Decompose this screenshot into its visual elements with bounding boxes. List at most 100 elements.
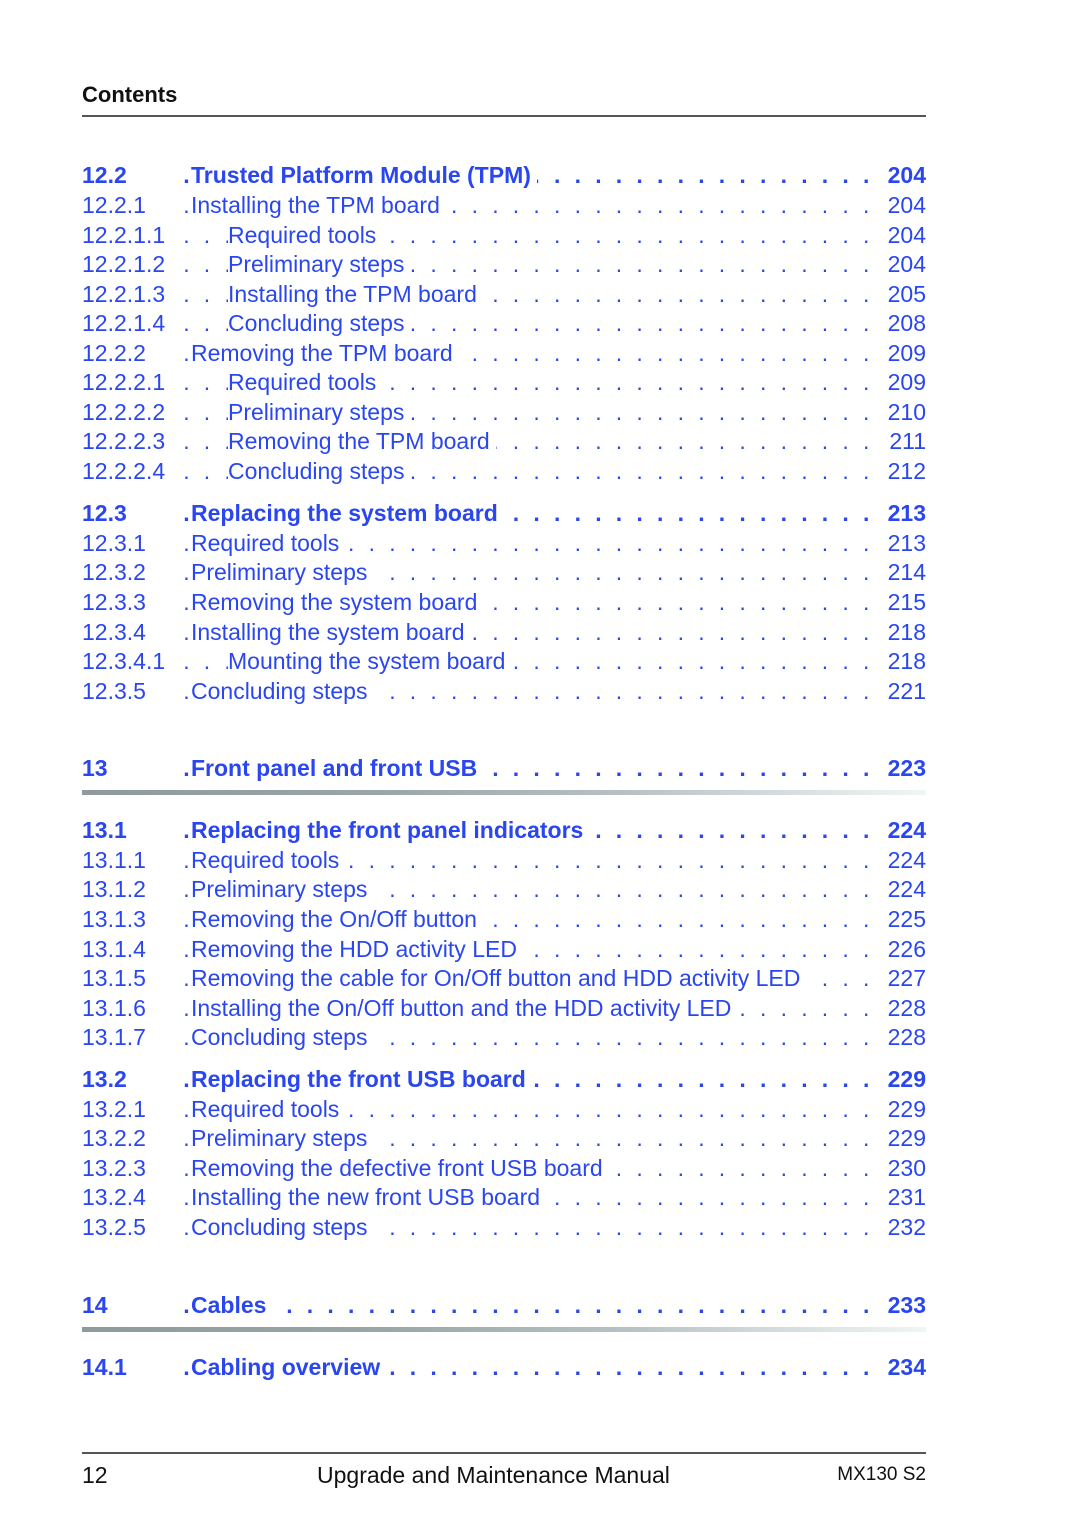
toc-entry-page[interactable]: 208	[881, 308, 926, 338]
toc-entry[interactable]: ..................................12.2.1…	[82, 249, 926, 279]
toc-entry-page[interactable]: 213	[881, 528, 926, 558]
toc-entry[interactable]: ..................................13Fron…	[82, 753, 926, 783]
toc-entry-title[interactable]: Replacing the front panel indicators	[191, 815, 590, 845]
toc-entry-page[interactable]: 226	[881, 934, 926, 964]
toc-entry-title[interactable]: Mounting the system board	[228, 646, 512, 676]
toc-entry-page[interactable]: 225	[881, 904, 926, 934]
toc-entry[interactable]: ..................................13.1.2…	[82, 874, 926, 904]
toc-entry-page[interactable]: 209	[881, 338, 926, 368]
toc-entry[interactable]: ..................................13.2.1…	[82, 1094, 926, 1124]
toc-entry-title[interactable]: Required tools	[228, 220, 383, 250]
toc-entry[interactable]: ..................................12.3.4…	[82, 617, 926, 647]
toc-entry[interactable]: ..................................12.2Tr…	[82, 160, 926, 190]
toc-entry[interactable]: ..................................12.3Re…	[82, 498, 926, 528]
toc-entry-page[interactable]: 223	[881, 753, 926, 783]
toc-entry-title[interactable]: Required tools	[191, 528, 346, 558]
toc-entry-title[interactable]: Removing the system board	[191, 587, 484, 617]
toc-entry-page[interactable]: 234	[881, 1352, 926, 1382]
toc-entry[interactable]: ..................................13.1.6…	[82, 993, 926, 1023]
toc-entry[interactable]: ..................................12.3.3…	[82, 587, 926, 617]
toc-entry[interactable]: ..................................12.3.4…	[82, 646, 926, 676]
toc-entry-title[interactable]: Removing the On/Off button	[191, 904, 483, 934]
toc-entry[interactable]: ..................................12.3.1…	[82, 528, 926, 558]
toc-entry-page[interactable]: 210	[881, 397, 926, 427]
toc-entry-page[interactable]: 224	[881, 845, 926, 875]
toc-entry-title[interactable]: Concluding steps	[228, 308, 411, 338]
toc-entry-title[interactable]: Required tools	[228, 367, 383, 397]
toc-entry-title[interactable]: Replacing the system board	[191, 498, 504, 528]
toc-entry-title[interactable]: Installing the system board	[191, 617, 471, 647]
toc-entry-page[interactable]: 229	[881, 1094, 926, 1124]
toc-entry-title[interactable]: Removing the HDD activity LED	[191, 934, 523, 964]
toc-entry-title[interactable]: Preliminary steps	[228, 397, 411, 427]
toc-entry[interactable]: ..................................13.2.2…	[82, 1123, 926, 1153]
toc-entry-title[interactable]: Installing the TPM board	[228, 279, 483, 309]
toc-entry[interactable]: ..................................13.1.3…	[82, 904, 926, 934]
toc-entry-title[interactable]: Removing the cable for On/Off button and…	[191, 963, 807, 993]
toc-entry-title[interactable]: Concluding steps	[191, 1212, 374, 1242]
toc-entry-title[interactable]: Cabling overview	[191, 1352, 387, 1382]
toc-entry[interactable]: ..................................12.2.2…	[82, 367, 926, 397]
toc-entry-page[interactable]: 204	[881, 160, 926, 190]
toc-entry[interactable]: ..................................13.2.4…	[82, 1182, 926, 1212]
toc-entry[interactable]: ..................................13.2Re…	[82, 1064, 926, 1094]
toc-entry[interactable]: ..................................12.2.2…	[82, 397, 926, 427]
toc-entry[interactable]: ..................................12.2.2…	[82, 456, 926, 486]
toc-entry-page[interactable]: 228	[881, 993, 926, 1023]
toc-entry-page[interactable]: 227	[881, 963, 926, 993]
toc-entry-page[interactable]: 230	[881, 1153, 926, 1183]
toc-entry-title[interactable]: Concluding steps	[228, 456, 411, 486]
toc-entry-title[interactable]: Removing the TPM board	[191, 338, 459, 368]
toc-entry-page[interactable]: 224	[881, 874, 926, 904]
toc-entry[interactable]: ..................................13.1.5…	[82, 963, 926, 993]
toc-entry-page[interactable]: 214	[881, 557, 926, 587]
toc-entry[interactable]: ..................................12.3.5…	[82, 676, 926, 706]
toc-entry-title[interactable]: Required tools	[191, 845, 346, 875]
toc-entry-title[interactable]: Concluding steps	[191, 1022, 374, 1052]
toc-entry-title[interactable]: Preliminary steps	[191, 557, 374, 587]
toc-entry-page[interactable]: 233	[881, 1290, 926, 1320]
toc-entry-page[interactable]: 204	[881, 249, 926, 279]
toc-entry-title[interactable]: Replacing the front USB board	[191, 1064, 532, 1094]
toc-entry-title[interactable]: Preliminary steps	[191, 1123, 374, 1153]
toc-entry-page[interactable]: 229	[881, 1123, 926, 1153]
toc-entry-page[interactable]: 209	[881, 367, 926, 397]
toc-entry-page[interactable]: 218	[881, 646, 926, 676]
toc-entry[interactable]: ..................................13.2.5…	[82, 1212, 926, 1242]
toc-entry-title[interactable]: Trusted Platform Module (TPM)	[191, 160, 537, 190]
toc-entry-title[interactable]: Installing the new front USB board	[191, 1182, 547, 1212]
toc-entry-page[interactable]: 231	[881, 1182, 926, 1212]
toc-entry-title[interactable]: Installing the TPM board	[191, 190, 446, 220]
toc-entry-title[interactable]: Removing the TPM board	[228, 426, 496, 456]
toc-entry-title[interactable]: Preliminary steps	[191, 874, 374, 904]
toc-entry[interactable]: ..................................12.2.1…	[82, 190, 926, 220]
toc-entry-title[interactable]: Front panel and front USB	[191, 753, 484, 783]
toc-entry-title[interactable]: Preliminary steps	[228, 249, 411, 279]
toc-entry-page[interactable]: 218	[881, 617, 926, 647]
toc-entry-page[interactable]: 211	[883, 426, 926, 456]
toc-entry[interactable]: ..................................13.1.4…	[82, 934, 926, 964]
toc-entry[interactable]: ..................................13.1Re…	[82, 815, 926, 845]
toc-entry-page[interactable]: 205	[881, 279, 926, 309]
toc-entry-title[interactable]: Required tools	[191, 1094, 346, 1124]
toc-entry-page[interactable]: 213	[881, 498, 926, 528]
toc-entry-title[interactable]: Concluding steps	[191, 676, 374, 706]
toc-entry-page[interactable]: 224	[881, 815, 926, 845]
toc-entry-page[interactable]: 215	[881, 587, 926, 617]
toc-entry[interactable]: ..................................13.1.7…	[82, 1022, 926, 1052]
toc-entry-title[interactable]: Cables	[191, 1290, 273, 1320]
toc-entry-page[interactable]: 229	[881, 1064, 926, 1094]
toc-entry-page[interactable]: 212	[881, 456, 926, 486]
toc-entry[interactable]: ..................................14.1Ca…	[82, 1352, 926, 1382]
toc-entry[interactable]: ..................................12.3.2…	[82, 557, 926, 587]
toc-entry[interactable]: ..................................12.2.1…	[82, 308, 926, 338]
toc-entry[interactable]: ..................................14Cabl…	[82, 1290, 926, 1320]
toc-entry-page[interactable]: 228	[881, 1022, 926, 1052]
toc-entry[interactable]: ..................................12.2.1…	[82, 279, 926, 309]
toc-entry[interactable]: ..................................13.2.3…	[82, 1153, 926, 1183]
toc-entry[interactable]: ..................................12.2.2…	[82, 338, 926, 368]
toc-entry-page[interactable]: 221	[881, 676, 926, 706]
toc-entry-title[interactable]: Removing the defective front USB board	[191, 1153, 609, 1183]
toc-entry[interactable]: ..................................12.2.1…	[82, 220, 926, 250]
toc-entry-title[interactable]: Installing the On/Off button and the HDD…	[191, 993, 738, 1023]
